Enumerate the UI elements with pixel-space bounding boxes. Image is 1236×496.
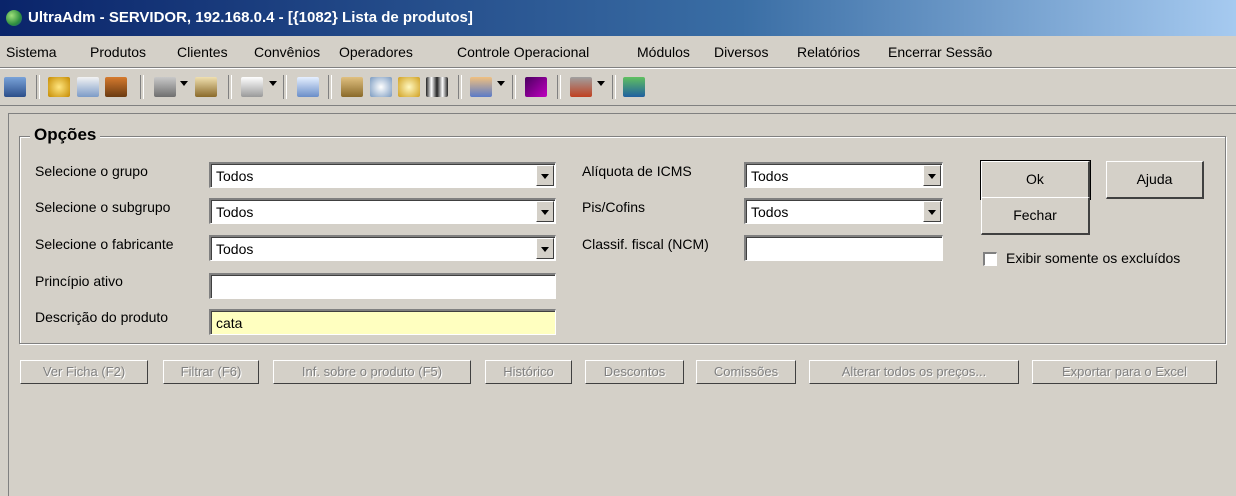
chevron-down-icon[interactable]: [536, 201, 554, 222]
ajuda-button-label: Ajuda: [1136, 171, 1173, 187]
exit-icon[interactable]: [623, 77, 645, 97]
menu-produtos[interactable]: Produtos: [90, 44, 146, 60]
descontos-label: Descontos: [603, 364, 666, 379]
toolbar-separator: [458, 75, 462, 99]
toolbar-separator: [36, 75, 40, 99]
inf-produto-label: Inf. sobre o produto (F5): [301, 364, 443, 379]
barcode-icon[interactable]: [426, 77, 448, 97]
menu-clientes[interactable]: Clientes: [177, 44, 228, 60]
chevron-down-icon[interactable]: [536, 165, 554, 186]
chevron-down-icon[interactable]: [180, 81, 188, 86]
ok-button[interactable]: Ok: [980, 160, 1091, 200]
menu-bar: Sistema Produtos Clientes Convênios Oper…: [0, 37, 1236, 68]
toolbar-separator: [140, 75, 144, 99]
comissoes-label: Comissões: [713, 364, 779, 379]
filtrar-button[interactable]: Filtrar (F6): [163, 360, 259, 384]
historico-button[interactable]: Histórico: [485, 360, 572, 384]
principio-label: Princípio ativo: [35, 273, 123, 289]
toolbar-separator: [228, 75, 232, 99]
principio-input[interactable]: [209, 273, 556, 299]
fabricante-select[interactable]: Todos: [209, 235, 556, 261]
toolbar-separator: [328, 75, 332, 99]
calendar-icon[interactable]: [77, 77, 99, 97]
edit-icon[interactable]: [195, 77, 217, 97]
chart-icon[interactable]: [525, 77, 547, 97]
ncm-label: Classif. fiscal (NCM): [582, 236, 709, 252]
mouse-icon[interactable]: [241, 77, 263, 97]
menu-convenios[interactable]: Convênios: [254, 44, 320, 60]
ncm-input[interactable]: [744, 235, 943, 261]
excluidos-checkbox[interactable]: [983, 252, 997, 266]
fechar-button-label: Fechar: [1013, 207, 1057, 223]
menu-diversos[interactable]: Diversos: [714, 44, 768, 60]
excluidos-label[interactable]: Exibir somente os excluídos: [1006, 250, 1180, 266]
menu-controle-operacional[interactable]: Controle Operacional: [457, 44, 589, 60]
menu-relatorios[interactable]: Relatórios: [797, 44, 860, 60]
ver-ficha-label: Ver Ficha (F2): [42, 364, 126, 379]
menu-sistema[interactable]: Sistema: [6, 44, 57, 60]
chevron-down-icon[interactable]: [269, 81, 277, 86]
subgrupo-value: Todos: [216, 204, 254, 220]
descricao-input[interactable]: cata: [209, 309, 556, 335]
descricao-label: Descrição do produto: [35, 309, 169, 325]
subgrupo-select[interactable]: Todos: [209, 198, 556, 224]
users-icon[interactable]: [4, 77, 26, 97]
pencil-icon[interactable]: [341, 77, 363, 97]
people-icon[interactable]: [470, 77, 492, 97]
menu-encerrar-sessao[interactable]: Encerrar Sessão: [888, 44, 992, 60]
fabricante-value: Todos: [216, 241, 254, 257]
alterar-precos-button[interactable]: Alterar todos os preços...: [809, 360, 1019, 384]
historico-label: Histórico: [503, 364, 554, 379]
grupo-label: Selecione o grupo: [35, 163, 148, 179]
icms-label: Alíquota de ICMS: [582, 163, 692, 179]
grupo-value: Todos: [216, 168, 254, 184]
toolbar-separator: [283, 75, 287, 99]
toolbar-separator: [612, 75, 616, 99]
exportar-excel-button[interactable]: Exportar para o Excel: [1032, 360, 1217, 384]
toolbar: [0, 68, 1236, 106]
menu-modulos[interactable]: Módulos: [637, 44, 690, 60]
chevron-down-icon[interactable]: [597, 81, 605, 86]
subgrupo-label: Selecione o subgrupo: [35, 199, 171, 215]
icms-value: Todos: [751, 168, 789, 184]
window-title: UltraAdm - SERVIDOR, 192.168.0.4 - [{108…: [28, 9, 473, 26]
printer-icon[interactable]: [154, 77, 176, 97]
alterar-precos-label: Alterar todos os preços...: [841, 364, 987, 379]
person-icon[interactable]: [297, 77, 319, 97]
tools-icon[interactable]: [105, 77, 127, 97]
fechar-button[interactable]: Fechar: [981, 197, 1090, 235]
descontos-button[interactable]: Descontos: [585, 360, 684, 384]
descricao-value: cata: [216, 315, 243, 331]
chemistry-icon[interactable]: [570, 77, 592, 97]
options-caption: Opções: [30, 125, 101, 145]
comissoes-button[interactable]: Comissões: [696, 360, 796, 384]
globe-icon[interactable]: [48, 77, 70, 97]
piscofins-value: Todos: [751, 204, 789, 220]
grupo-select[interactable]: Todos: [209, 162, 556, 188]
toolbar-separator: [557, 75, 561, 99]
clock-icon[interactable]: [398, 77, 420, 97]
fabricante-label: Selecione o fabricante: [35, 236, 174, 252]
title-bar: UltraAdm - SERVIDOR, 192.168.0.4 - [{108…: [0, 0, 1236, 36]
toolbar-separator: [512, 75, 516, 99]
menu-operadores[interactable]: Operadores: [339, 44, 413, 60]
piscofins-select[interactable]: Todos: [744, 198, 943, 224]
chevron-down-icon[interactable]: [923, 201, 941, 222]
ok-button-label: Ok: [1026, 171, 1044, 187]
icms-select[interactable]: Todos: [744, 162, 943, 188]
exportar-excel-label: Exportar para o Excel: [1061, 364, 1187, 379]
ajuda-button[interactable]: Ajuda: [1106, 161, 1204, 199]
filtrar-label: Filtrar (F6): [180, 364, 242, 379]
chevron-down-icon[interactable]: [497, 81, 505, 86]
inf-produto-button[interactable]: Inf. sobre o produto (F5): [273, 360, 471, 384]
chevron-down-icon[interactable]: [536, 238, 554, 259]
app-icon: [6, 10, 22, 26]
chevron-down-icon[interactable]: [923, 165, 941, 186]
ver-ficha-button[interactable]: Ver Ficha (F2): [20, 360, 148, 384]
piscofins-label: Pis/Cofins: [582, 199, 646, 215]
magnifier-icon[interactable]: [370, 77, 392, 97]
